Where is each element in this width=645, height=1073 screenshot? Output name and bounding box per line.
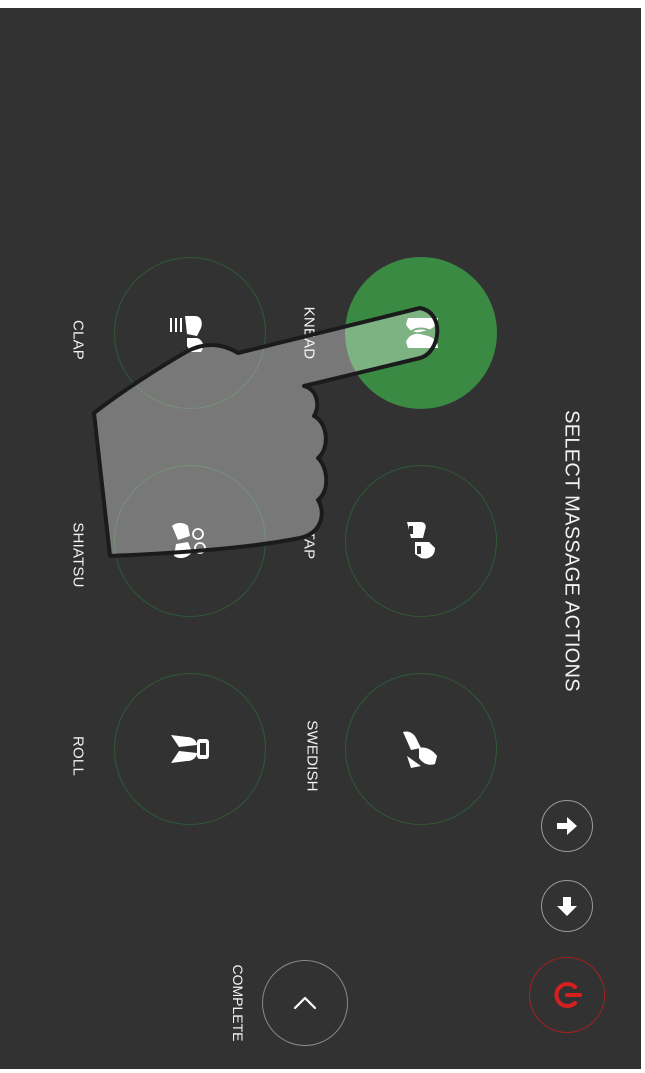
shiatsu-button[interactable]: [114, 465, 266, 617]
page-title: SELECT MASSAGE ACTIONS: [560, 410, 583, 692]
roll-hands-icon: [171, 735, 209, 763]
roll-label: ROLL: [69, 736, 87, 776]
app-screen: SELECT MASSAGE ACTIONS KNEAD TAP SWEDISH…: [0, 8, 641, 1069]
up-arrow-button[interactable]: [541, 800, 593, 852]
complete-label: COMPLETE: [230, 964, 246, 1042]
tap-label: TAP: [300, 530, 318, 560]
swedish-button[interactable]: [345, 673, 497, 825]
tap-hands-icon: [407, 522, 435, 559]
knead-label: KNEAD: [300, 306, 318, 360]
tap-button[interactable]: [345, 465, 497, 617]
roll-button[interactable]: [114, 673, 266, 825]
shiatsu-hands-icon: [172, 523, 206, 559]
shiatsu-label: SHIATSU: [69, 522, 87, 588]
power-icon: [554, 982, 582, 1008]
swedish-label: SWEDISH: [303, 720, 321, 792]
right-arrow-button[interactable]: [541, 880, 593, 932]
clap-label: CLAP: [69, 320, 87, 360]
power-button[interactable]: [529, 957, 605, 1033]
complete-button[interactable]: [262, 960, 348, 1046]
clap-hands-icon: [170, 316, 204, 352]
swedish-hands-icon: [403, 731, 437, 768]
clap-button[interactable]: [114, 257, 266, 409]
arrow-right-icon: [557, 897, 577, 916]
arrow-up-icon: [557, 817, 577, 835]
knead-button[interactable]: [345, 257, 497, 409]
knead-hands-icon: [406, 318, 438, 348]
chevron-left-icon: [293, 996, 317, 1010]
